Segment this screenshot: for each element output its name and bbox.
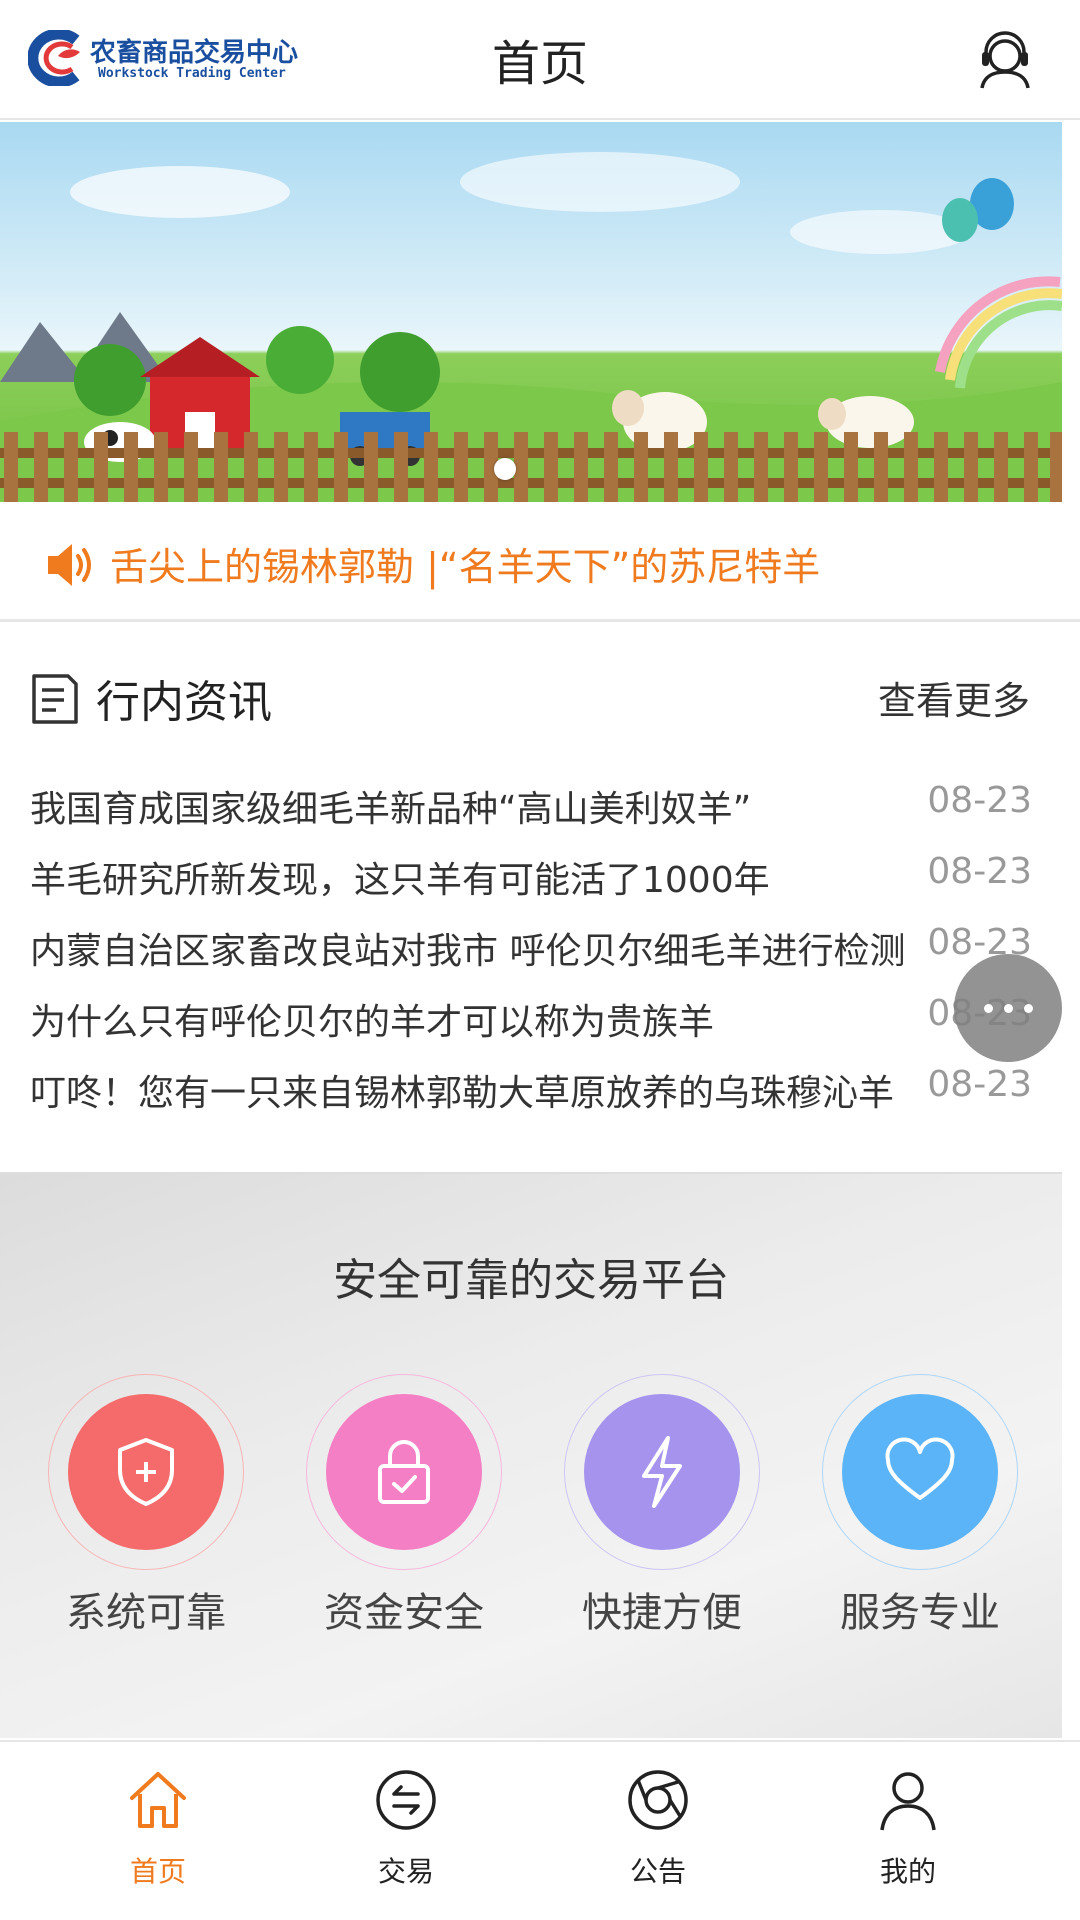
shield-plus-icon — [68, 1394, 224, 1550]
speaker-icon — [48, 544, 91, 586]
news-section-title: 行内资讯 — [96, 677, 272, 728]
feature-fast-convenient: 快捷方便 — [564, 1374, 764, 1636]
tab-home[interactable]: 首页 — [88, 1768, 228, 1898]
tab-mine[interactable]: 我的 — [838, 1768, 978, 1898]
feature-label: 系统可靠 — [66, 1590, 226, 1636]
news-item-title[interactable]: 内蒙自治区家畜改良站对我市 呼伦贝尔细毛羊进行检测 — [30, 922, 910, 974]
tab-label: 公告 — [629, 1855, 686, 1888]
feature-funds-safe: 资金安全 — [306, 1374, 506, 1636]
news-item[interactable]: 为什么只有呼伦贝尔的羊才可以称为贵族羊 08-23 — [0, 983, 1080, 1054]
notice-text[interactable]: 舌尖上的锡林郭勒 |“名羊天下”的苏尼特羊 — [110, 536, 820, 591]
feature-label: 快捷方便 — [582, 1590, 742, 1636]
customer-service-icon[interactable] — [974, 28, 1036, 90]
lock-icon — [326, 1394, 482, 1550]
feature-label: 资金安全 — [324, 1590, 484, 1636]
home-icon — [130, 1772, 186, 1828]
news-item-title[interactable]: 叮咚！您有一只来自锡林郭勒大草原放养的乌珠穆沁羊 — [30, 1064, 910, 1116]
announcement-icon — [628, 1770, 688, 1830]
promo-banner-carousel[interactable] — [0, 122, 1062, 502]
carousel-indicator-dot[interactable] — [494, 458, 516, 480]
bottom-tab-bar: 首页 交易 公告 我的 — [0, 1740, 1080, 1920]
lightning-icon — [584, 1394, 740, 1550]
view-more-link[interactable]: 查看更多 — [878, 670, 1030, 725]
feature-label: 服务专业 — [840, 1590, 1000, 1636]
news-item[interactable]: 叮咚！您有一只来自锡林郭勒大草原放养的乌珠穆沁羊 08-23 — [0, 1054, 1080, 1125]
top-bar: 农畜商品交易中心 Workstock Trading Center 首页 — [0, 0, 1080, 120]
page-title: 首页 — [491, 36, 588, 92]
news-item-date: 08-23 — [927, 1064, 1032, 1105]
news-item-date: 08-23 — [927, 780, 1032, 821]
dot-icon — [1004, 1004, 1013, 1013]
user-icon — [880, 1772, 936, 1831]
tab-label: 我的 — [879, 1855, 936, 1888]
news-item-date: 08-23 — [927, 851, 1032, 892]
farm-illustration — [0, 152, 1062, 502]
tab-announcement[interactable]: 公告 — [588, 1768, 728, 1898]
dot-icon — [984, 1004, 993, 1013]
news-item-title[interactable]: 羊毛研究所新发现，这只羊有可能活了1000年 — [30, 851, 910, 903]
news-item-title[interactable]: 为什么只有呼伦贝尔的羊才可以称为贵族羊 — [30, 993, 910, 1045]
document-icon — [32, 674, 78, 724]
news-item-title[interactable]: 我国育成国家级细毛羊新品种“高山美利奴羊” — [30, 780, 910, 832]
news-list: 我国育成国家级细毛羊新品种“高山美利奴羊” 08-23 羊毛研究所新发现，这只羊… — [0, 770, 1080, 1125]
tab-label: 首页 — [129, 1855, 186, 1888]
feature-system-reliable: 系统可靠 — [48, 1374, 248, 1636]
features-section: 安全可靠的交易平台 系统可靠 资金安全 快捷方便 服务专业 — [0, 1172, 1062, 1738]
news-section-header: 行内资讯 查看更多 — [0, 660, 1080, 732]
tab-label: 交易 — [377, 1855, 434, 1888]
news-item[interactable]: 我国育成国家级细毛羊新品种“高山美利奴羊” 08-23 — [0, 770, 1080, 841]
news-item[interactable]: 内蒙自治区家畜改良站对我市 呼伦贝尔细毛羊进行检测 08-23 — [0, 912, 1080, 983]
notice-bar[interactable]: 舌尖上的锡林郭勒 |“名羊天下”的苏尼特羊 — [0, 502, 1080, 622]
floating-assistive-button[interactable] — [954, 954, 1062, 1062]
features-title: 安全可靠的交易平台 — [333, 1255, 729, 1306]
feature-professional-service: 服务专业 — [822, 1374, 1022, 1636]
tab-trade[interactable]: 交易 — [336, 1768, 476, 1898]
news-item[interactable]: 羊毛研究所新发现，这只羊有可能活了1000年 08-23 — [0, 841, 1080, 912]
dot-icon — [1024, 1004, 1033, 1013]
heart-icon — [842, 1394, 998, 1550]
exchange-icon — [376, 1770, 436, 1830]
